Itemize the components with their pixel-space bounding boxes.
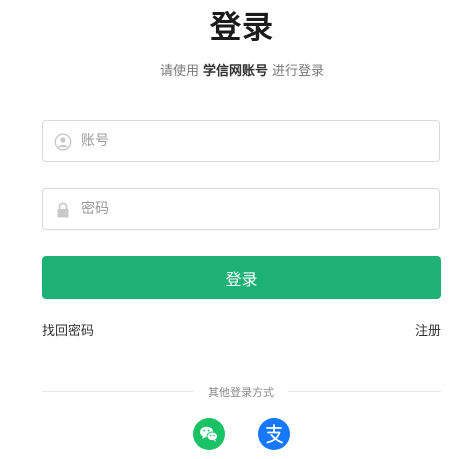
page-subtitle: 请使用 学信网账号 进行登录 (0, 60, 465, 79)
divider-left (42, 391, 194, 392)
account-field[interactable] (42, 120, 440, 162)
subtitle-brand: 学信网账号 (202, 64, 268, 79)
page-title: 登录 (210, 10, 274, 46)
login-button[interactable]: 登录 (42, 256, 441, 299)
subtitle-suffix: 进行登录 (272, 64, 325, 79)
alipay-login-button[interactable] (258, 418, 290, 450)
password-field[interactable] (42, 188, 440, 230)
subtitle-prefix: 请使用 (159, 64, 199, 79)
wechat-login-button[interactable] (193, 418, 225, 450)
account-input[interactable] (81, 121, 431, 161)
forgot-password-link[interactable]: 找回密码 (42, 320, 94, 339)
other-login-label: 其他登录方式 (208, 386, 274, 399)
user-icon (54, 133, 72, 151)
login-page: 登录 请使用学信网账号进行登录 登录 找回密码 注册 其他登录方式 (0, 0, 465, 459)
register-link[interactable]: 注册 (415, 320, 441, 339)
password-input[interactable] (81, 189, 431, 229)
lock-icon (54, 201, 72, 219)
divider-right (288, 391, 441, 392)
